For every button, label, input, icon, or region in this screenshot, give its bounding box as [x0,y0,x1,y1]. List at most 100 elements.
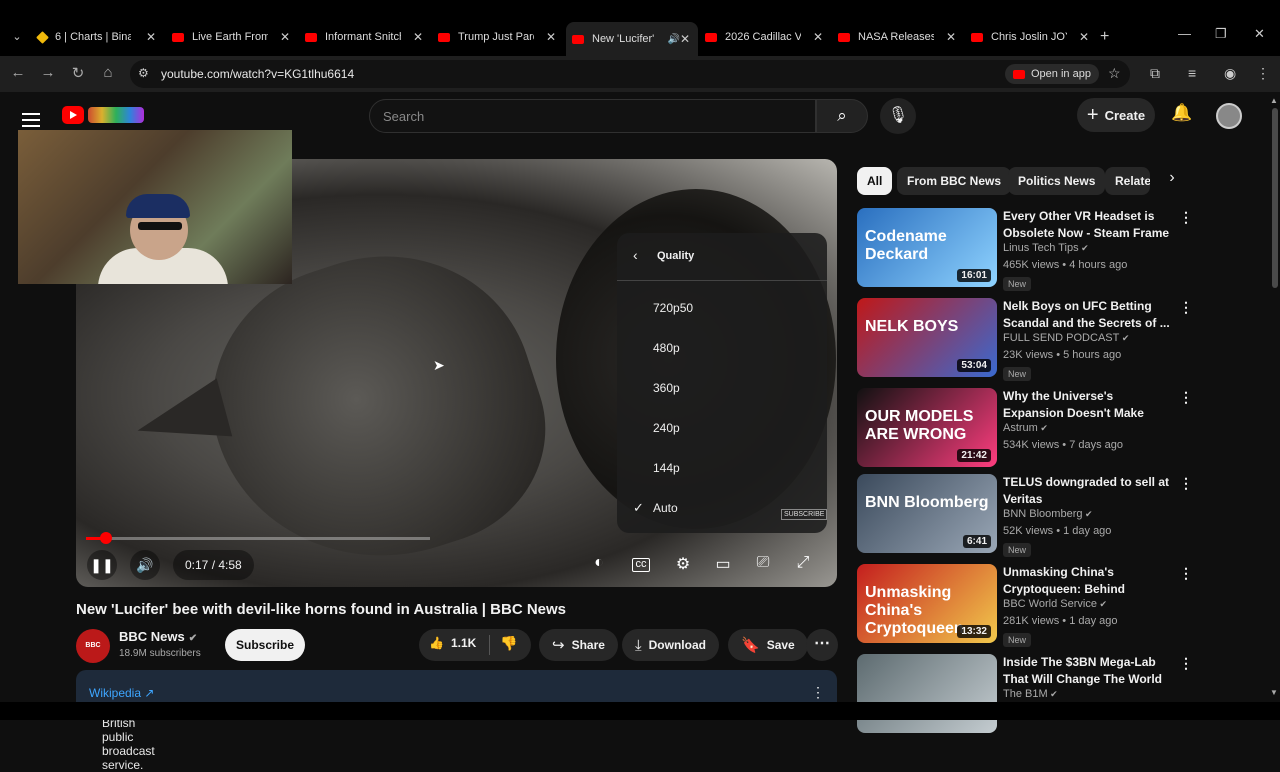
subscribe-watermark[interactable]: SUBSCRIBE [781,509,828,520]
recommendation-channel[interactable]: BNN Bloomberg ✔ [1003,508,1093,520]
close-tab-icon[interactable]: ✕ [946,30,956,44]
settings-gear-icon[interactable]: ⚙ [672,554,694,574]
like-button[interactable]: 👍 1.1K [429,636,476,650]
close-tab-icon[interactable]: ✕ [813,30,823,44]
recommendation-title[interactable]: Inside The $3BN Mega-Lab That Will Chang… [1003,654,1173,688]
address-bar[interactable]: ⚙ youtube.com/watch?v=KG1tlhu6614 Open i… [130,60,1130,88]
restore-button[interactable]: ❐ [1215,26,1227,42]
close-tab-icon[interactable]: ✕ [546,30,556,44]
home-button[interactable]: ⌂ [98,64,118,81]
miniplayer-icon[interactable]: ▭ [712,554,734,574]
quality-option[interactable]: 240p [653,421,680,435]
volume-button[interactable]: 🔊 [130,550,160,580]
search-button[interactable]: ⌕ [816,99,868,133]
chips-next-chevron-icon[interactable]: › [1162,169,1182,187]
recommendation-menu-icon[interactable]: ⋮ [1179,475,1193,492]
download-button[interactable]: ⤓ Download [622,629,719,661]
recommendation-channel[interactable]: Astrum ✔ [1003,422,1048,434]
voice-search-button[interactable]: 🎙 [880,98,916,134]
channel-name[interactable]: BBC News ✔ [119,629,197,644]
quality-option[interactable]: 720p50 [653,301,693,315]
scroll-down-arrow-icon[interactable]: ▼ [1270,688,1278,697]
video-thumbnail[interactable]: NELK BOYS 53:04 [857,298,997,377]
progress-scrubber[interactable] [99,532,112,544]
channel-avatar[interactable]: BBC NEWS [76,629,110,683]
recommendation-menu-icon[interactable]: ⋮ [1179,209,1193,226]
browser-menu-icon[interactable]: ⋮ [1256,65,1270,82]
more-actions-button[interactable]: ⋯ [806,629,838,661]
recommendation-title[interactable]: Why the Universe's Expansion Doesn't Mak… [1003,388,1173,422]
search-input[interactable]: Search [369,99,816,133]
progress-bar[interactable] [86,532,430,544]
captions-icon[interactable]: cc [632,558,650,572]
site-info-icon[interactable]: ⚙ [138,66,149,80]
back-button[interactable]: ← [8,64,28,81]
close-window-button[interactable]: ✕ [1254,26,1265,42]
recommendation-menu-icon[interactable]: ⋮ [1179,389,1193,406]
create-button[interactable]: + Create [1077,98,1155,132]
recommendation-title[interactable]: Unmasking China's Cryptoqueen: Behind Br… [1003,564,1173,598]
video-thumbnail[interactable] [857,654,997,733]
recommendation-title[interactable]: Nelk Boys on UFC Betting Scandal and the… [1003,298,1173,332]
recommendation-channel[interactable]: BBC World Service ✔ [1003,598,1107,610]
recommendation-item[interactable]: OUR MODELS ARE WRONG 21:42 Why the Univers… [857,388,1197,468]
tab-audio-icon[interactable]: 🔊 [667,34,679,45]
profile-icon[interactable]: ◉ [1224,65,1236,82]
new-tab-button[interactable]: + [1100,28,1109,46]
info-menu-icon[interactable]: ⋮ [811,684,825,701]
forward-button[interactable]: → [38,64,58,81]
browser-tab[interactable]: NASA Releases 2 ✕ [832,24,964,50]
recommendation-channel[interactable]: Linus Tech Tips ✔ [1003,242,1089,254]
subscribe-button[interactable]: Subscribe [225,629,305,661]
video-thumbnail[interactable]: Unmasking China's Cryptoqueen 13:32 [857,564,997,643]
bookmark-star-icon[interactable]: ☆ [1108,65,1121,82]
filter-chip[interactable]: From BBC News [897,167,1012,195]
reload-button[interactable]: ↻ [68,64,88,82]
recommendation-menu-icon[interactable]: ⋮ [1179,655,1193,672]
scrollbar-thumb[interactable] [1272,108,1278,288]
video-thumbnail[interactable]: OUR MODELS ARE WRONG 21:42 [857,388,997,467]
filter-chip[interactable]: Relate [1105,167,1150,195]
quality-option[interactable]: 144p [653,461,680,475]
scroll-up-arrow-icon[interactable]: ▲ [1270,96,1278,105]
close-tab-icon[interactable]: ✕ [680,32,690,46]
back-chevron-icon[interactable]: ‹ [633,247,638,263]
video-thumbnail[interactable]: BNN Bloomberg 6:41 [857,474,997,553]
media-controls-icon[interactable]: ≡ [1188,65,1196,81]
open-in-app-button[interactable]: Open in app [1005,64,1099,84]
recommendation-item[interactable]: Inside The $3BN Mega-Lab That Will Chang… [857,654,1197,734]
account-avatar[interactable] [1216,103,1242,129]
youtube-logo[interactable] [62,106,144,126]
tab-search-chevron-icon[interactable]: ⌄ [8,28,26,46]
browser-tab[interactable]: Chris Joslin JOYC ✕ [965,24,1097,50]
close-tab-icon[interactable]: ✕ [146,30,156,44]
dislike-button[interactable]: 👎 [500,635,517,652]
recommendation-item[interactable]: Unmasking China's Cryptoqueen 13:32 Unmask… [857,564,1197,647]
close-tab-icon[interactable]: ✕ [413,30,423,44]
share-button[interactable]: ↪ Share [539,629,618,661]
browser-tab[interactable]: Trump Just Pardo ✕ [432,24,564,50]
save-button[interactable]: 🔖 Save [728,629,808,661]
extensions-icon[interactable]: ⧉ [1150,65,1160,82]
recommendation-item[interactable]: Codename Deckard 16:01 Every Other VR Head… [857,208,1197,291]
cast-icon[interactable]: ⎚ [752,554,774,572]
quality-option[interactable]: Auto [653,501,678,515]
browser-tab[interactable]: Live Earth From ✕ [166,24,298,50]
recommendation-title[interactable]: TELUS downgraded to sell at Veritas [1003,474,1173,508]
close-tab-icon[interactable]: ✕ [280,30,290,44]
browser-tab[interactable]: Informant Snitch ✕ [299,24,431,50]
notifications-bell-icon[interactable]: 🔔 [1171,103,1192,123]
recommendation-item[interactable]: NELK BOYS 53:04 Nelk Boys on UFC Betting S… [857,298,1197,381]
recommendation-channel[interactable]: FULL SEND PODCAST ✔ [1003,332,1129,344]
recommendation-menu-icon[interactable]: ⋮ [1179,565,1193,582]
recommendation-menu-icon[interactable]: ⋮ [1179,299,1193,316]
fullscreen-icon[interactable]: ⤢ [792,554,814,572]
video-thumbnail[interactable]: Codename Deckard 16:01 [857,208,997,287]
browser-tab[interactable]: New 'Lucifer' 🔊 ✕ [566,22,698,56]
filter-chip[interactable]: Politics News [1008,167,1106,195]
recommendation-item[interactable]: BNN Bloomberg 6:41 TELUS downgraded to sel… [857,474,1197,557]
hamburger-menu-icon[interactable] [22,109,40,131]
page-scrollbar[interactable]: ▲ ▼ [1270,96,1280,716]
pause-button[interactable]: ❚❚ [87,550,117,580]
quality-option[interactable]: 360p [653,381,680,395]
